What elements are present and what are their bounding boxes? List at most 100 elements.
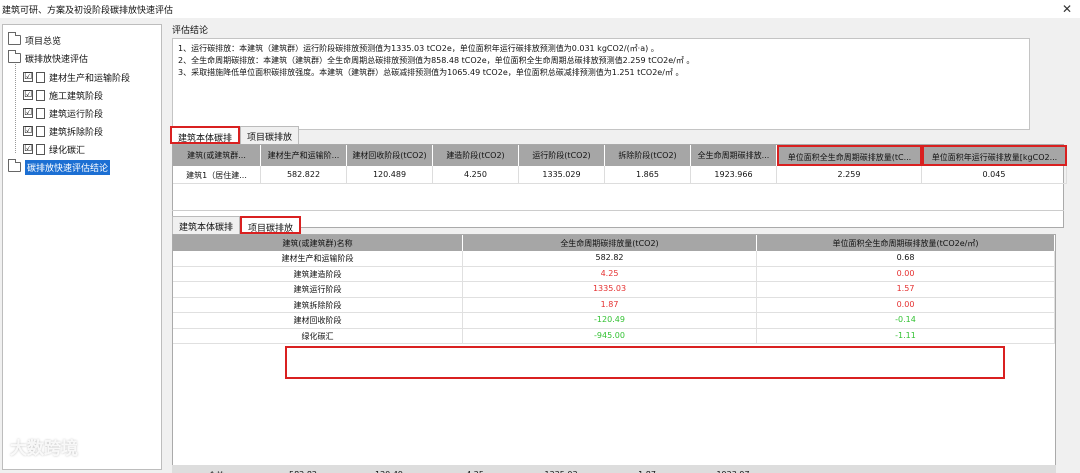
- column-header[interactable]: 拆除阶段(tCO2): [605, 145, 691, 166]
- table-cell: -1.11: [757, 328, 1055, 343]
- table-cell: 建筑运行阶段: [173, 282, 463, 297]
- table-cell: 582.82: [463, 251, 757, 266]
- totals-row: 合并 582.82 120.49 4.25 1335.03 1.87 1923.…: [172, 465, 1056, 473]
- table-cell: 0.045: [922, 166, 1067, 184]
- folder-icon: [8, 50, 21, 63]
- table-cell: -120.49: [463, 313, 757, 328]
- project-emission-grid: 建筑(或建筑群)名称 全生命周期碳排放量(tCO2) 单位面积全生命周期碳排放量…: [172, 234, 1056, 467]
- main-panel: 评估结论 1、运行碳排放：本建筑（建筑群）运行阶段碳排放预测值为1335.03 …: [166, 18, 1078, 473]
- conclusion-line: 3、采取措施降低单位面积碳排放强度。本建筑（建筑群）总碳减排预测值为1065.4…: [178, 68, 684, 77]
- table-cell: 2.259: [777, 166, 922, 184]
- tree-item-construction[interactable]: ☑ 施工建筑阶段: [23, 86, 103, 104]
- column-header-per-area-annual[interactable]: 单位面积年运行碳排放量[kgCO2...: [922, 145, 1067, 166]
- column-header[interactable]: 全生命周期碳排放...: [691, 145, 777, 166]
- tree-connector: [15, 53, 16, 153]
- document-icon: [36, 143, 45, 155]
- tree-item-project-overview[interactable]: 项目总览: [8, 31, 61, 49]
- table-cell: 1335.029: [519, 166, 605, 184]
- tree-item-operation[interactable]: ☑ 建筑运行阶段: [23, 104, 103, 122]
- column-header[interactable]: 建造阶段(tCO2): [433, 145, 519, 166]
- grid-header-row: 建筑(或建筑群... 建材生产和运输阶... 建材回收阶段(tCO2) 建造阶段…: [173, 145, 1067, 166]
- table-cell: 4.25: [463, 266, 757, 281]
- tree-item-material-production[interactable]: ☑ 建材生产和运输阶段: [23, 68, 130, 86]
- table-cell: -945.00: [463, 328, 757, 343]
- tab-building-emission[interactable]: 建筑本体碳排: [170, 126, 241, 144]
- table-cell: 1.87: [463, 297, 757, 312]
- table-cell: 建筑1（居住建...: [173, 166, 261, 184]
- column-header[interactable]: 运行阶段(tCO2): [519, 145, 605, 166]
- document-icon: [36, 107, 45, 119]
- watermark-logo: 大数跨境: [10, 439, 78, 459]
- close-icon[interactable]: ✕: [1062, 2, 1072, 16]
- table-cell: 0.00: [757, 297, 1055, 312]
- column-header[interactable]: 建材回收阶段(tCO2): [347, 145, 433, 166]
- table-cell: 建筑建造阶段: [173, 266, 463, 281]
- window-title: 建筑可研、方案及初设阶段碳排放快速评估: [2, 5, 174, 16]
- folder-icon: [8, 159, 21, 172]
- table-cell: 1.865: [605, 166, 691, 184]
- totals-cell: 582.82: [260, 465, 346, 473]
- grid-header-row: 建筑(或建筑群)名称 全生命周期碳排放量(tCO2) 单位面积全生命周期碳排放量…: [173, 235, 1055, 251]
- table-cell: 建材回收阶段: [173, 313, 463, 328]
- document-icon: [36, 89, 45, 101]
- section-divider: [172, 210, 1064, 211]
- tree-item-green-carbon-sink[interactable]: ☑ 绿化碳汇: [23, 140, 85, 158]
- table-row[interactable]: 建筑拆除阶段 1.87 0.00: [173, 297, 1055, 313]
- tree-item-demolition[interactable]: ☑ 建筑拆除阶段: [23, 122, 103, 140]
- column-header[interactable]: 建筑(或建筑群)名称: [173, 235, 463, 251]
- conclusion-line: 1、运行碳排放：本建筑（建筑群）运行阶段碳排放预测值为1335.03 tCO2e…: [178, 44, 659, 53]
- document-icon: [36, 71, 45, 83]
- column-header[interactable]: 全生命周期碳排放量(tCO2): [463, 235, 757, 251]
- totals-cell: --: [776, 465, 916, 473]
- checkbox-checked-icon[interactable]: ☑: [23, 126, 33, 136]
- column-header[interactable]: 建材生产和运输阶...: [261, 145, 347, 166]
- table-cell: 1335.03: [463, 282, 757, 297]
- totals-cell: --: [916, 465, 1056, 473]
- highlight-box: [285, 346, 1005, 379]
- bottom-tab-strip: 建筑本体碳排 项目碳排放: [172, 216, 302, 234]
- tab-building-emission[interactable]: 建筑本体碳排: [172, 216, 241, 234]
- column-header[interactable]: 单位面积全生命周期碳排放量(tCO2e/㎡): [757, 235, 1055, 251]
- table-cell: 4.250: [433, 166, 519, 184]
- table-row[interactable]: 建筑1（居住建... 582.822 120.489 4.250 1335.02…: [173, 166, 1067, 184]
- totals-cell: 1335.03: [518, 465, 604, 473]
- table-cell: 582.822: [261, 166, 347, 184]
- checkbox-checked-icon[interactable]: ☑: [23, 90, 33, 100]
- table-cell: 1923.966: [691, 166, 777, 184]
- checkbox-checked-icon[interactable]: ☑: [23, 72, 33, 82]
- table-cell: 0.00: [757, 266, 1055, 281]
- table-cell: 1.57: [757, 282, 1055, 297]
- conclusion-line: 2、全生命周期碳排放：本建筑（建筑群）全生命周期总碳排放预测值为858.48 t…: [178, 56, 695, 65]
- table-row[interactable]: 建材回收阶段 -120.49 -0.14: [173, 313, 1055, 329]
- tree-item-quick-evaluation[interactable]: 碳排放快速评估: [8, 49, 88, 67]
- table-row[interactable]: 绿化碳汇 -945.00 -1.11: [173, 328, 1055, 344]
- table-row[interactable]: 建材生产和运输阶段 582.82 0.68: [173, 251, 1055, 267]
- checkbox-checked-icon[interactable]: ☑: [23, 144, 33, 154]
- totals-cell: 120.49: [346, 465, 432, 473]
- table-cell: 建材生产和运输阶段: [173, 251, 463, 266]
- top-tab-strip: 建筑本体碳排 项目碳排放: [170, 126, 300, 144]
- tab-project-emission[interactable]: 项目碳排放: [240, 216, 302, 234]
- tree-item-evaluation-conclusion[interactable]: 碳排放快速评估结论: [8, 158, 111, 176]
- column-header-per-area-lifecycle[interactable]: 单位面积全生命周期碳排放量(tC...: [777, 145, 922, 166]
- tab-project-emission[interactable]: 项目碳排放: [240, 126, 300, 144]
- totals-cell: 4.25: [432, 465, 518, 473]
- table-cell: 0.68: [757, 251, 1055, 266]
- table-cell: 120.489: [347, 166, 433, 184]
- column-header[interactable]: 建筑(或建筑群...: [173, 145, 261, 166]
- folder-icon: [8, 32, 21, 45]
- table-cell: 绿化碳汇: [173, 328, 463, 343]
- checkbox-checked-icon[interactable]: ☑: [23, 108, 33, 118]
- table-row[interactable]: 建筑运行阶段 1335.03 1.57: [173, 282, 1055, 298]
- table-cell: -0.14: [757, 313, 1055, 328]
- conclusion-group-label: 评估结论: [172, 26, 209, 36]
- totals-cell: 1.87: [604, 465, 690, 473]
- table-row[interactable]: 建筑建造阶段 4.25 0.00: [173, 266, 1055, 282]
- table-cell: 建筑拆除阶段: [173, 297, 463, 312]
- totals-cell: 合并: [172, 465, 260, 473]
- totals-cell: 1923.97: [690, 465, 776, 473]
- navigation-tree: 项目总览 碳排放快速评估 ☑ 建材生产和运输阶段 ☑ 施工建筑阶段 ☑ 建筑运行…: [2, 24, 162, 470]
- document-icon: [36, 125, 45, 137]
- building-emission-grid: 建筑(或建筑群... 建材生产和运输阶... 建材回收阶段(tCO2) 建造阶段…: [172, 144, 1067, 228]
- conclusion-text-box: 1、运行碳排放：本建筑（建筑群）运行阶段碳排放预测值为1335.03 tCO2e…: [172, 38, 1030, 130]
